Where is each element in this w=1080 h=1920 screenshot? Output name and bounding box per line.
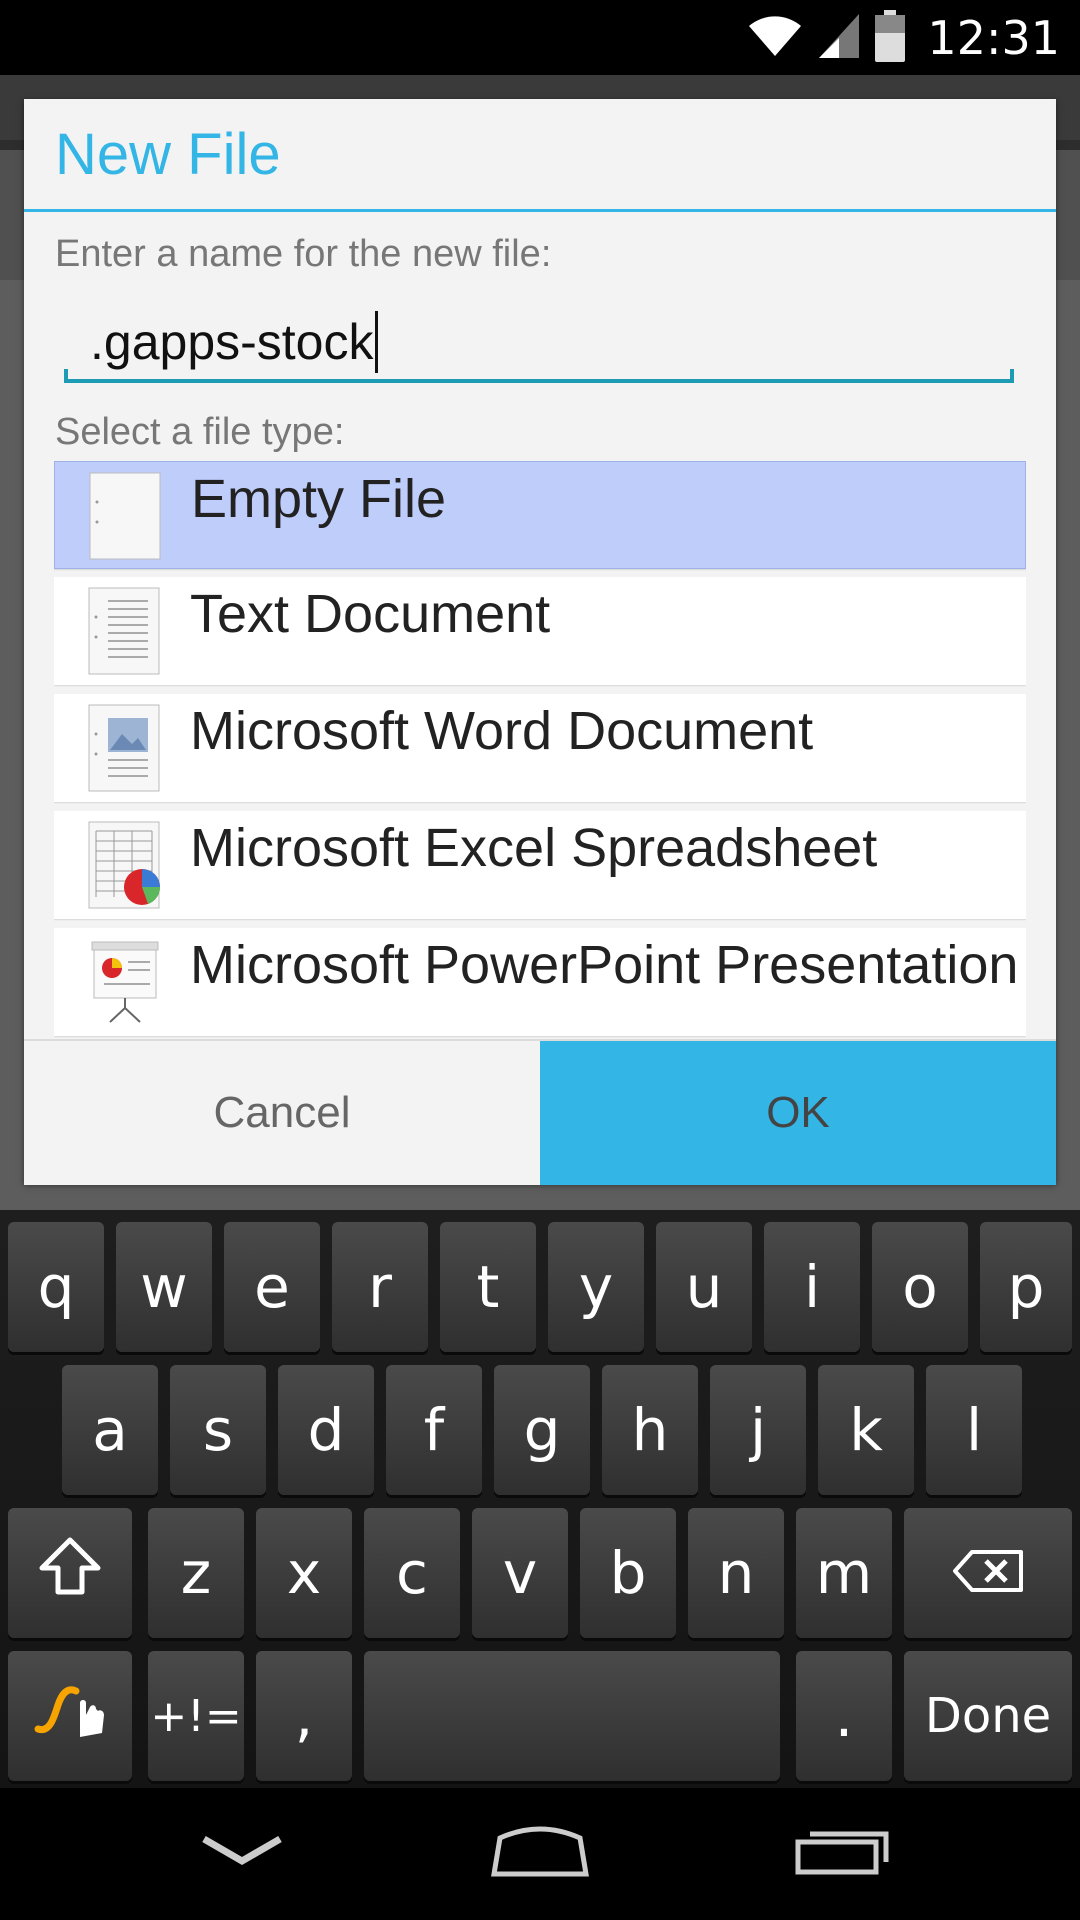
wifi-icon	[747, 14, 803, 63]
file-type-label: Microsoft Excel Spreadsheet	[190, 818, 878, 878]
key-d[interactable]: d	[278, 1365, 374, 1495]
shift-icon	[38, 1536, 102, 1610]
dialog-title: New File	[55, 122, 281, 187]
back-button[interactable]	[162, 1808, 322, 1898]
new-file-dialog: New File Enter a name for the new file: …	[24, 99, 1056, 1185]
key-k[interactable]: k	[818, 1365, 914, 1495]
file-type-text-document[interactable]: Text Document	[54, 577, 1026, 685]
empty-file-icon	[89, 472, 161, 560]
filename-input[interactable]: .gapps-stock	[64, 289, 1014, 383]
file-type-label: Microsoft PowerPoint Presentation	[190, 935, 1019, 995]
key-z[interactable]: z	[148, 1508, 244, 1638]
key-h[interactable]: h	[602, 1365, 698, 1495]
key-l[interactable]: l	[926, 1365, 1022, 1495]
key-i[interactable]: i	[764, 1222, 860, 1352]
key-q[interactable]: q	[8, 1222, 104, 1352]
word-document-icon	[88, 704, 160, 792]
filename-text: .gapps-stock	[90, 314, 374, 370]
battery-icon	[875, 9, 906, 67]
key-u[interactable]: u	[656, 1222, 752, 1352]
title-divider	[24, 209, 1056, 212]
symbols-key[interactable]: +!=	[148, 1651, 244, 1781]
soft-keyboard: q w e r t y u i o p a s d f g h j k l z …	[0, 1210, 1080, 1788]
file-type-label: Microsoft Word Document	[190, 701, 814, 761]
key-g[interactable]: g	[494, 1365, 590, 1495]
key-a[interactable]: a	[62, 1365, 158, 1495]
key-t[interactable]: t	[440, 1222, 536, 1352]
comma-key[interactable]: ,	[256, 1651, 352, 1781]
key-b[interactable]: b	[580, 1508, 676, 1638]
key-v[interactable]: v	[472, 1508, 568, 1638]
chevron-down-icon	[200, 1831, 284, 1876]
backspace-icon	[952, 1539, 1024, 1607]
status-bar: 12:31	[0, 0, 1080, 75]
key-n[interactable]: n	[688, 1508, 784, 1638]
file-type-label: Text Document	[190, 584, 551, 644]
period-key[interactable]: .	[796, 1651, 892, 1781]
space-key[interactable]	[364, 1651, 780, 1781]
cancel-button[interactable]: Cancel	[24, 1041, 540, 1185]
recents-icon	[794, 1826, 890, 1881]
navigation-bar	[0, 1788, 1080, 1920]
key-s[interactable]: s	[170, 1365, 266, 1495]
key-c[interactable]: c	[364, 1508, 460, 1638]
key-j[interactable]: j	[710, 1365, 806, 1495]
ok-button[interactable]: OK	[540, 1041, 1056, 1185]
backspace-key[interactable]	[904, 1508, 1072, 1638]
status-icons: 12:31	[747, 9, 1060, 67]
home-button[interactable]	[460, 1808, 620, 1898]
dialog-button-bar: Cancel OK	[24, 1039, 1056, 1185]
key-x[interactable]: x	[256, 1508, 352, 1638]
swype-icon	[32, 1677, 108, 1755]
cell-signal-icon	[817, 12, 861, 65]
text-document-icon	[88, 587, 160, 675]
file-type-list[interactable]: Empty File Text Document Microsoft Word …	[54, 461, 1026, 1123]
swype-key[interactable]	[8, 1651, 132, 1781]
excel-spreadsheet-icon	[88, 821, 161, 909]
file-type-excel-spreadsheet[interactable]: Microsoft Excel Spreadsheet	[54, 811, 1026, 919]
recents-button[interactable]	[762, 1808, 922, 1898]
filename-prompt: Enter a name for the new file:	[55, 233, 552, 275]
file-type-word-document[interactable]: Microsoft Word Document	[54, 694, 1026, 802]
key-e[interactable]: e	[224, 1222, 320, 1352]
key-p[interactable]: p	[980, 1222, 1072, 1352]
file-type-empty-file[interactable]: Empty File	[54, 461, 1026, 569]
filename-value: .gapps-stock	[90, 311, 379, 373]
file-type-powerpoint-presentation[interactable]: Microsoft PowerPoint Presentation	[54, 928, 1026, 1036]
file-type-prompt: Select a file type:	[55, 411, 345, 453]
status-time: 12:31	[927, 11, 1060, 65]
shift-key[interactable]	[8, 1508, 132, 1638]
key-m[interactable]: m	[796, 1508, 892, 1638]
done-key[interactable]: Done	[904, 1651, 1072, 1781]
key-o[interactable]: o	[872, 1222, 968, 1352]
file-type-label: Empty File	[191, 469, 447, 529]
powerpoint-presentation-icon	[88, 938, 160, 1026]
key-f[interactable]: f	[386, 1365, 482, 1495]
key-w[interactable]: w	[116, 1222, 212, 1352]
text-cursor	[375, 311, 379, 373]
key-r[interactable]: r	[332, 1222, 428, 1352]
key-y[interactable]: y	[548, 1222, 644, 1352]
home-icon	[490, 1824, 590, 1883]
